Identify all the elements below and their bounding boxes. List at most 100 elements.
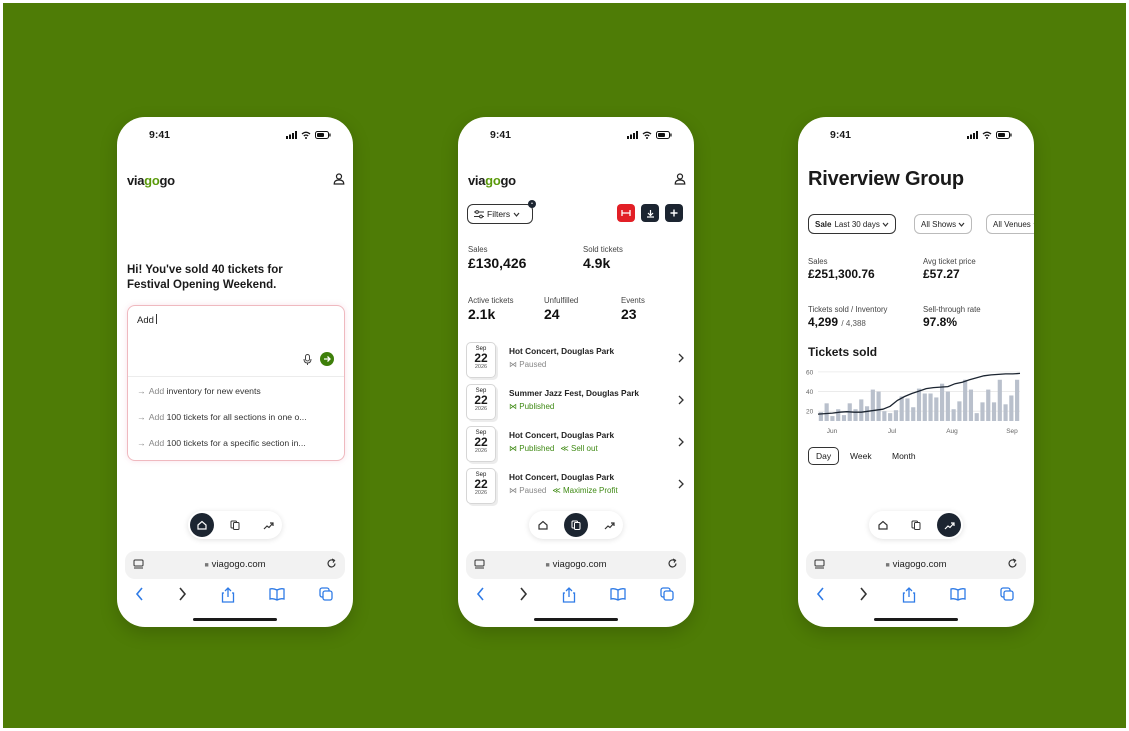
phone-listings-screen: 9:41 viagogo Filters • Sales £130,426 So… [458,117,694,627]
nav-home-button[interactable] [531,513,555,537]
chevron-down-icon [1033,222,1034,224]
maximize-profit-tag: ≪ Maximize Profit [552,486,618,495]
tabs-icon[interactable] [660,587,674,601]
filter-chip-period[interactable]: Sale Last 30 days [808,214,897,234]
url-text[interactable]: ■ viagogo.com [466,559,686,570]
address-bar[interactable]: ■ viagogo.com [125,551,345,579]
reload-icon[interactable] [667,558,678,569]
back-icon[interactable] [816,587,826,601]
nav-home-button[interactable] [190,513,214,537]
download-button[interactable] [641,204,659,222]
event-row[interactable]: Sep 22 2026 Hot Concert, Douglas Park ⋈ Pa… [466,342,688,380]
event-row[interactable]: Sep 22 2026 Summer Jazz Fest, Douglas Park… [466,384,688,422]
nav-listings-button[interactable] [904,513,928,537]
send-button[interactable] [320,352,334,366]
add-listing-button[interactable] [665,204,683,222]
status-bar: 9:41 [798,129,1034,143]
battery-icon [656,131,672,139]
viagogo-logo[interactable]: viagogo [468,173,516,188]
tabs-icon[interactable] [1000,587,1014,601]
url-text[interactable]: ■ viagogo.com [806,559,1026,570]
nav-analytics-button[interactable] [597,513,621,537]
bookmarks-icon[interactable] [269,587,285,601]
filters-button[interactable]: Filters [467,204,533,224]
suggestion-item[interactable]: → Add inventory for new events [137,386,337,396]
pause-all-button[interactable] [617,204,635,222]
event-date: Sep 22 2026 [466,468,496,504]
tabs-icon[interactable] [319,587,333,601]
range-week-button[interactable]: Week [850,447,872,465]
url-text[interactable]: ■ viagogo.com [125,559,345,570]
browser-toolbar [131,587,339,603]
nav-listings-button[interactable] [223,513,247,537]
bookmarks-icon[interactable] [950,587,966,601]
assistant-input[interactable]: Add [137,314,157,326]
stat-value: £251,300.76 [808,267,875,281]
back-icon[interactable] [135,587,145,601]
copy-icon [911,520,921,530]
stat-label: Tickets sold / Inventory [808,305,888,314]
chart-bar [934,397,939,421]
wifi-icon [642,131,652,139]
event-row[interactable]: Sep 22 2026 Hot Concert, Douglas Park ⋈ Pa… [466,468,688,506]
nav-analytics-button[interactable] [256,513,280,537]
back-icon[interactable] [476,587,486,601]
sell-out-tag: ≪ Sell out [560,444,598,453]
nav-analytics-button[interactable] [937,513,961,537]
share-icon[interactable] [902,587,916,603]
pause-icon: ⋈ [509,360,517,369]
share-icon[interactable] [562,587,576,603]
x-tick-label: Jul [888,428,897,435]
share-icon[interactable] [221,587,235,603]
forward-icon[interactable] [518,587,528,601]
chart-bar [928,393,933,421]
y-tick-label: 60 [806,369,814,376]
assistant-input-box[interactable]: Add → Add inventory for new events → Add 1… [127,305,345,461]
page-title: Riverview Group [808,168,964,190]
bookmarks-icon[interactable] [610,587,626,601]
nav-home-button[interactable] [871,513,895,537]
chart-bar [916,388,922,421]
signal-icon [627,131,638,139]
chart-bar [841,415,847,421]
event-date: Sep 22 2026 [466,342,496,378]
lock-icon: ■ [885,562,890,569]
chart-bar [991,402,997,421]
nav-listings-button[interactable] [564,513,588,537]
stat-label: Unfulfilled [544,296,579,305]
stat-value: 24 [544,306,560,322]
reload-icon[interactable] [326,558,337,569]
forward-icon[interactable] [858,587,868,601]
chart-bar [922,393,927,421]
chart-bar [997,379,1002,421]
range-month-button[interactable]: Month [892,447,916,465]
wifi-icon [301,131,311,139]
reload-icon[interactable] [1007,558,1018,569]
forward-icon[interactable] [177,587,187,601]
microphone-icon[interactable] [303,354,312,365]
viagogo-logo[interactable]: viagogo [127,173,175,188]
range-day-button[interactable]: Day [808,447,840,465]
user-icon[interactable] [333,173,345,185]
suggestion-item[interactable]: → Add 100 tickets for all sections in one… [137,412,337,422]
greeting-message: Hi! You've sold 40 tickets for Festival … [127,264,283,291]
address-bar[interactable]: ■ viagogo.com [466,551,686,579]
event-title: Summer Jazz Fest, Douglas Park [509,388,640,398]
event-title: Hot Concert, Douglas Park [509,346,615,356]
home-indicator [534,618,618,621]
copy-icon [230,520,240,530]
event-row[interactable]: Sep 22 2026 Hot Concert, Douglas Park ⋈ Pu… [466,426,688,464]
tickets-sold-chart: 60 40 20 Jun Jul Aug Sep [806,369,1021,435]
chart-bar [888,413,893,421]
x-tick-label: Sep [1006,428,1018,435]
user-icon[interactable] [674,173,686,185]
address-bar[interactable]: ■ viagogo.com [806,551,1026,579]
status-bar: 9:41 [117,129,353,143]
lock-icon: ■ [204,562,209,569]
filter-chip-shows[interactable]: All Shows [914,214,973,234]
chart-bar [980,402,985,421]
filter-chip-venues[interactable]: All Venues [986,214,1034,234]
suggestion-item[interactable]: → Add 100 tickets for a specific section … [137,438,337,448]
lock-icon: ■ [545,562,550,569]
stat-value: 97.8% [923,315,958,329]
